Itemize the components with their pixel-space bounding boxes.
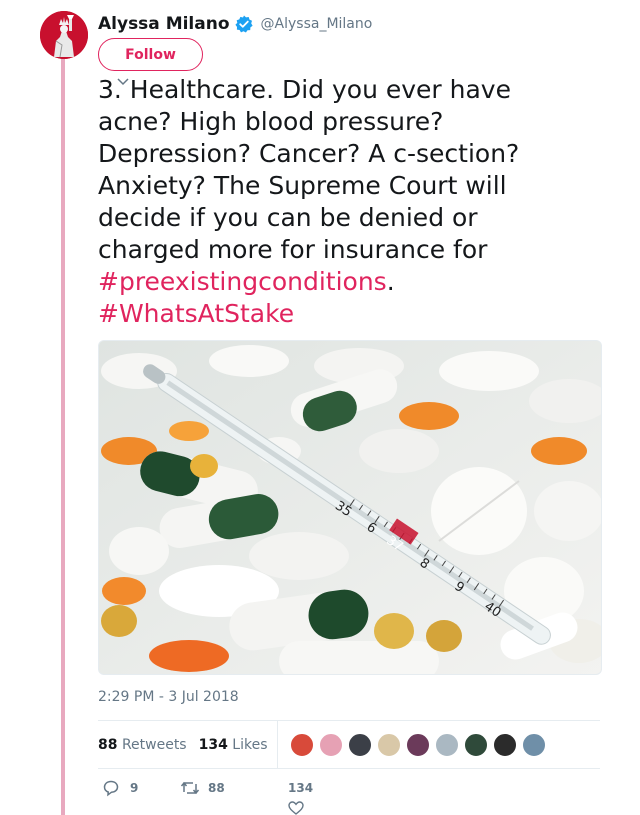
liker-avatar[interactable] xyxy=(492,732,517,757)
likes-label: Likes xyxy=(232,736,268,753)
likes-count: 134 xyxy=(198,736,228,753)
liker-avatar[interactable] xyxy=(318,732,343,757)
thread-line xyxy=(61,58,65,815)
liker-avatar[interactable] xyxy=(376,732,401,757)
hashtag-whatsatstake[interactable]: #WhatsAtStake xyxy=(98,299,294,328)
retweets-label: Retweets xyxy=(121,736,187,753)
tweet-line: 3. Healthcare. Did you ever have xyxy=(98,75,511,104)
verified-badge-icon xyxy=(234,15,253,33)
likers-avatars xyxy=(289,732,551,757)
liker-avatar[interactable] xyxy=(289,732,314,757)
tweet-line-hashtag: #WhatsAtStake xyxy=(98,298,608,330)
hashtag-preexistingconditions[interactable]: #preexistingconditions xyxy=(98,267,387,296)
tweet-timestamp[interactable]: 2:29 PM - 3 Jul 2018 xyxy=(98,689,239,705)
hashtag-suffix: . xyxy=(386,267,395,296)
tweet-line: Anxiety? The Supreme Court will xyxy=(98,171,507,200)
tweet-line: acne? High blood pressure? xyxy=(98,107,444,136)
stats-separator xyxy=(276,721,278,768)
retweets-count: 88 xyxy=(98,736,118,753)
retweet-button[interactable]: 88 xyxy=(180,779,225,797)
likes-stat[interactable]: 134 Likes xyxy=(199,737,268,753)
tweet-line: decide if you can be denied or xyxy=(98,203,478,232)
like-button[interactable]: 134 xyxy=(288,779,313,815)
reply-icon xyxy=(103,780,119,797)
like-count: 134 xyxy=(288,781,314,795)
retweet-icon xyxy=(180,781,200,795)
liker-avatar[interactable] xyxy=(521,732,546,757)
author-handle[interactable]: @Alyssa_Milano xyxy=(261,16,373,32)
divider-bottom xyxy=(98,768,600,769)
retweets-stat[interactable]: 88 Retweets xyxy=(98,737,187,753)
tweet-stats: 88 Retweets 134 Likes xyxy=(98,721,600,768)
chevron-down-icon[interactable] xyxy=(117,77,129,87)
tweet-line: Depression? Cancer? A c-section? xyxy=(98,139,520,168)
follow-button[interactable]: Follow xyxy=(98,38,203,71)
retweet-count: 88 xyxy=(208,781,225,795)
author-avatar[interactable] xyxy=(40,11,88,59)
liker-avatar[interactable] xyxy=(434,732,459,757)
liker-avatar[interactable] xyxy=(347,732,372,757)
author-name[interactable]: Alyssa Milano xyxy=(98,14,230,34)
liker-avatar[interactable] xyxy=(405,732,430,757)
tweet-line-hashtag: #preexistingconditions. xyxy=(98,266,608,298)
liker-avatar[interactable] xyxy=(463,732,488,757)
reply-count: 9 xyxy=(130,781,139,795)
tweet-header: Alyssa Milano @Alyssa_Milano xyxy=(98,12,372,36)
heart-icon xyxy=(288,801,304,815)
tweet-line: charged more for insurance for xyxy=(98,235,488,264)
reply-button[interactable]: 9 xyxy=(102,779,138,797)
tweet-image[interactable]: 35 6 37 8 9 40 xyxy=(98,340,602,675)
tweet-text: 3. Healthcare. Did you ever have acne? H… xyxy=(98,74,608,330)
